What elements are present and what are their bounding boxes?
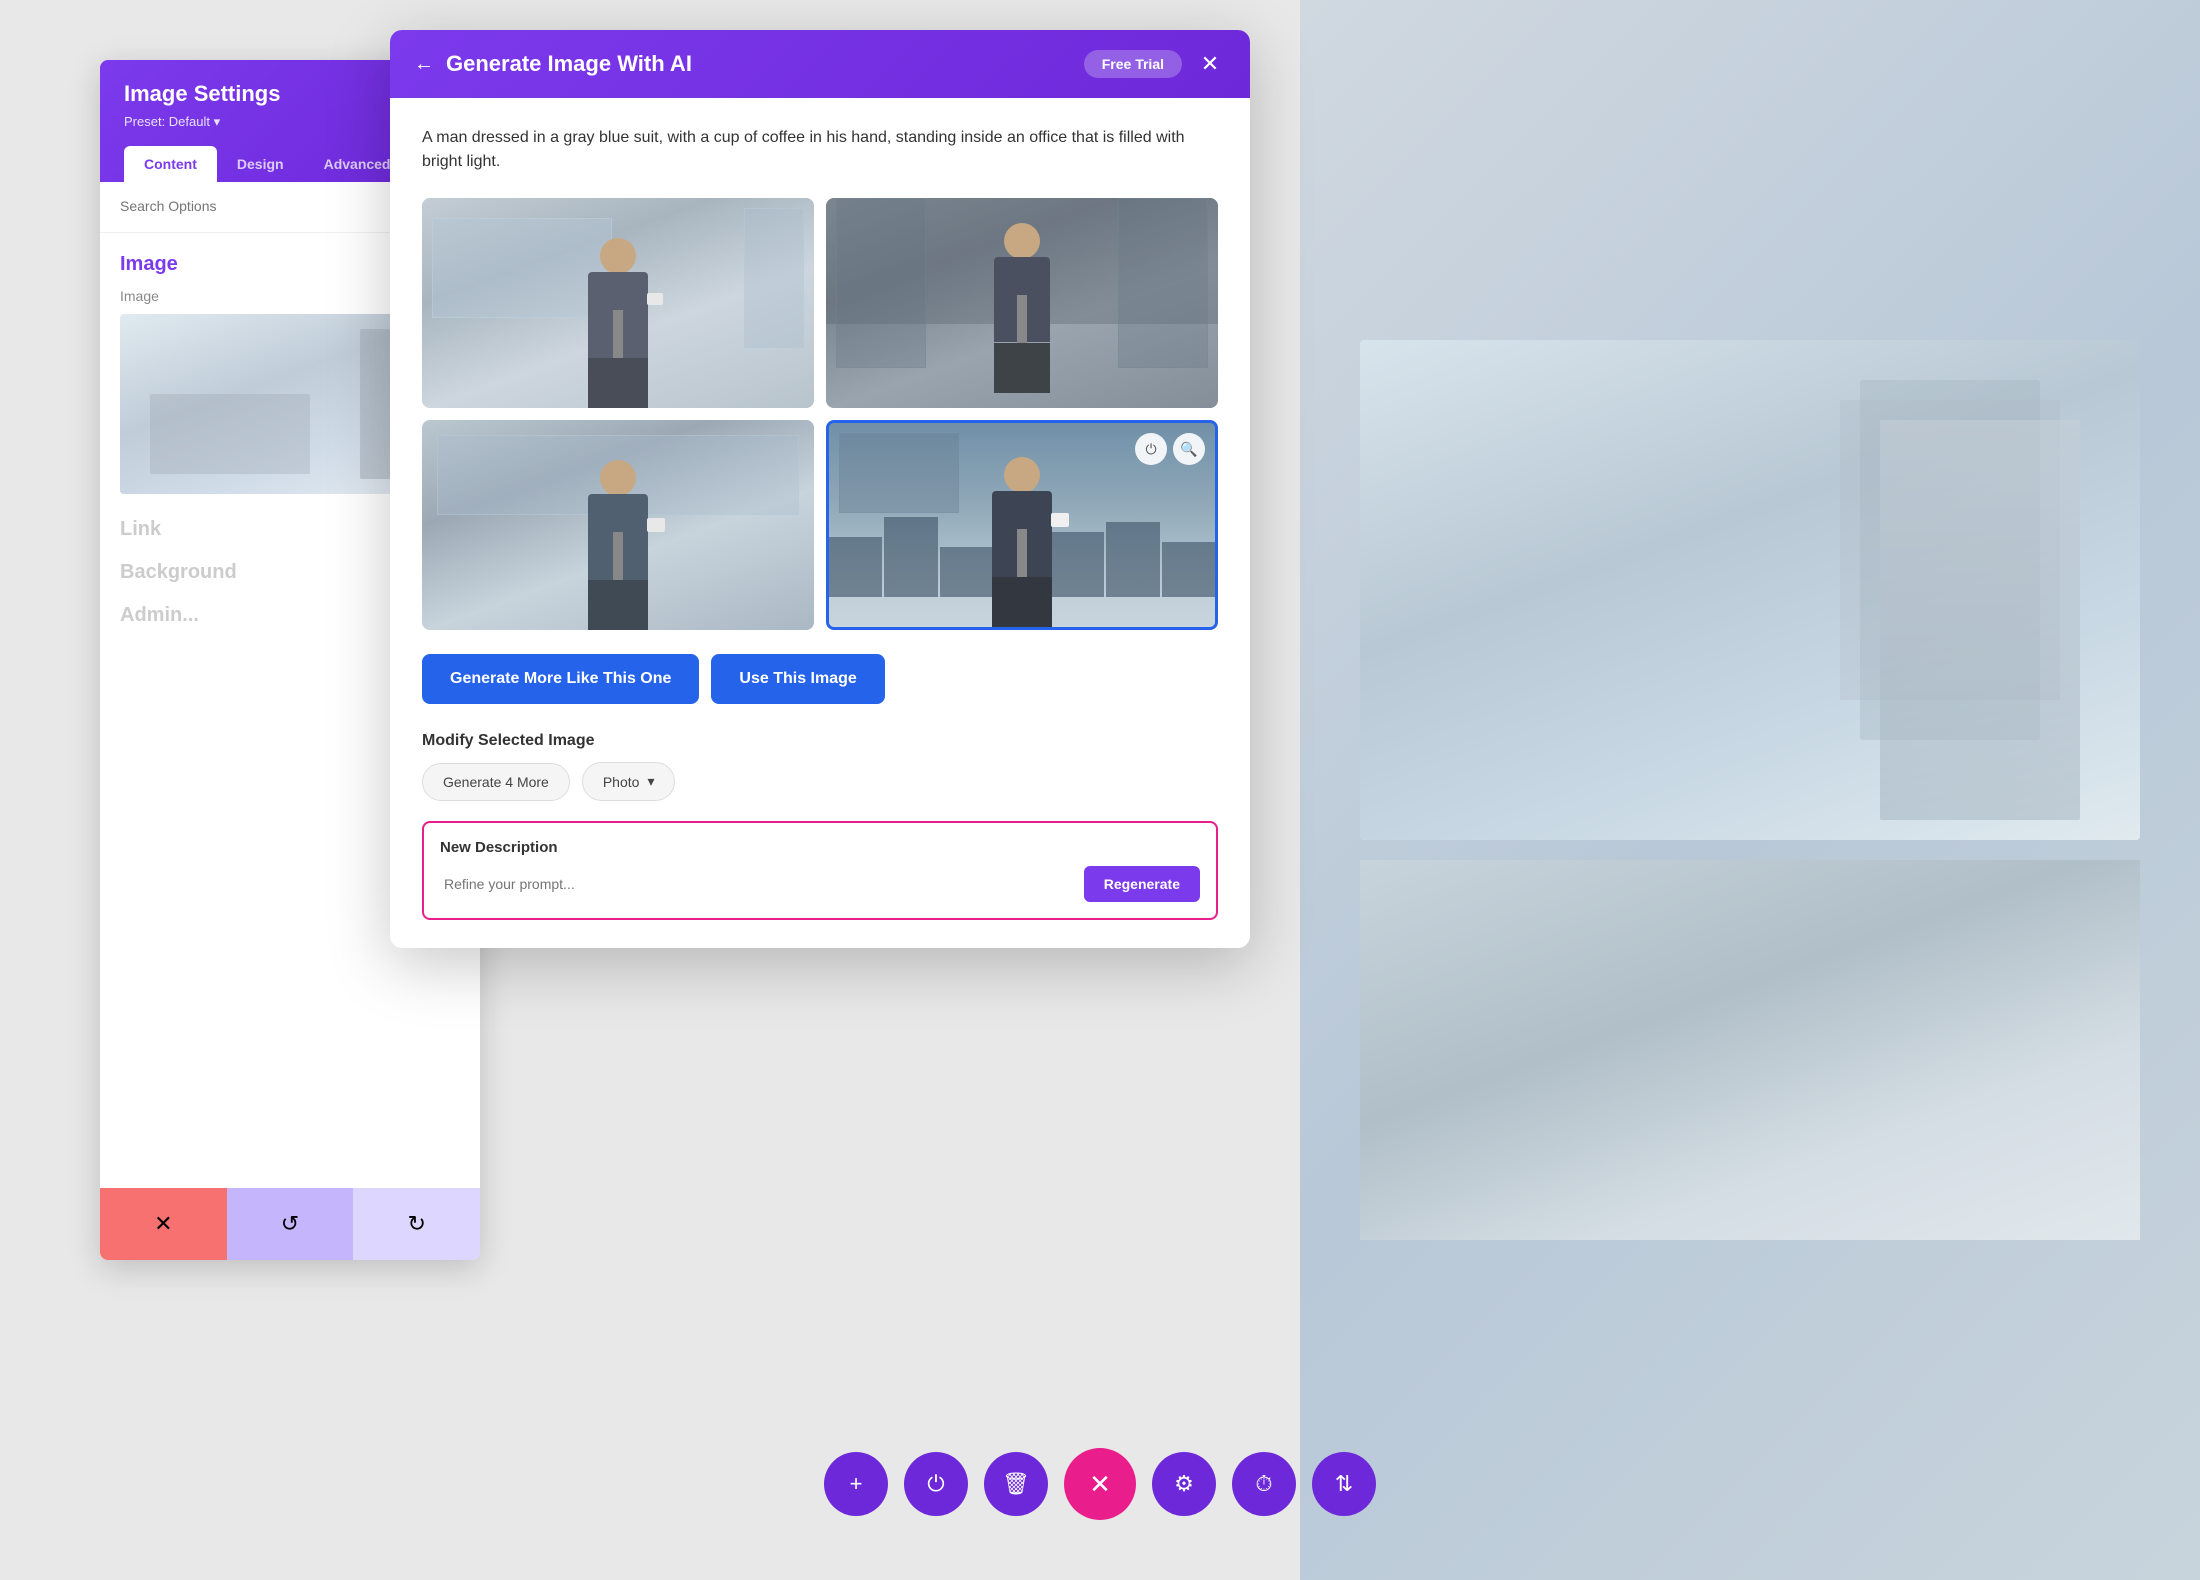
generate-image-modal: ← Generate Image With AI Free Trial ✕ A …: [390, 30, 1250, 948]
image-overlay-icons: ⏻ 🔍: [1135, 433, 1205, 465]
gear-icon: ⚙: [1174, 1471, 1194, 1497]
bg-top-image: [1360, 340, 2140, 840]
modal-header-right: Free Trial ✕: [1084, 48, 1226, 80]
settings-toolbar-button[interactable]: ⚙: [1152, 1452, 1216, 1516]
modal-body: A man dressed in a gray blue suit, with …: [390, 98, 1250, 948]
modal-title-group: ← Generate Image With AI: [414, 51, 692, 77]
add-icon: +: [850, 1471, 863, 1497]
bottom-toolbar: + ⏻ 🗑 ✕ ⚙ ⏱ ⇅: [824, 1448, 1376, 1520]
generate-4-more-button[interactable]: Generate 4 More: [422, 763, 570, 801]
modal-header: ← Generate Image With AI Free Trial ✕: [390, 30, 1250, 98]
prompt-text: A man dressed in a gray blue suit, with …: [422, 126, 1218, 174]
sort-icon: ⇅: [1335, 1471, 1353, 1497]
tab-content[interactable]: Content: [124, 146, 217, 182]
modal-title: Generate Image With AI: [446, 51, 692, 77]
modify-title: Modify Selected Image: [422, 732, 1218, 750]
zoom-overlay-icon[interactable]: 🔍: [1173, 433, 1205, 465]
undo-button[interactable]: ↺: [227, 1188, 354, 1260]
photo-option-label: Photo: [603, 774, 640, 790]
modal-back-icon[interactable]: ←: [414, 53, 434, 76]
chevron-down-icon: ▾: [647, 773, 654, 790]
generate-more-button[interactable]: Generate More Like This One: [422, 654, 699, 704]
use-image-button[interactable]: Use This Image: [711, 654, 884, 704]
tab-design[interactable]: Design: [217, 146, 304, 182]
photo-type-select[interactable]: Photo ▾: [582, 762, 676, 801]
regenerate-button[interactable]: Regenerate: [1084, 866, 1200, 902]
close-icon: ✕: [1089, 1469, 1111, 1500]
undo-icon: ↺: [281, 1211, 299, 1237]
background-image-panel: [1300, 0, 2200, 1580]
image-cell-2[interactable]: [826, 198, 1218, 408]
bg-bottom-image: [1360, 860, 2140, 1240]
image-cell-3[interactable]: [422, 420, 814, 630]
image-cell-4[interactable]: ⏻ 🔍: [826, 420, 1218, 630]
redo-button[interactable]: ↻: [353, 1188, 480, 1260]
delete-toolbar-button[interactable]: 🗑: [984, 1452, 1048, 1516]
cancel-icon: ✕: [154, 1211, 172, 1237]
new-description-title: New Description: [440, 839, 1200, 856]
panel-actions: ✕ ↺ ↻: [100, 1188, 480, 1260]
panel-title: Image Settings: [124, 81, 280, 107]
new-description-input-row: Regenerate: [440, 866, 1200, 902]
image-grid: ⏻ 🔍: [422, 198, 1218, 630]
sort-toolbar-button[interactable]: ⇅: [1312, 1452, 1376, 1516]
close-toolbar-button[interactable]: ✕: [1064, 1448, 1136, 1520]
add-toolbar-button[interactable]: +: [824, 1452, 888, 1516]
trash-icon: 🗑: [1002, 1471, 1030, 1497]
cancel-button[interactable]: ✕: [100, 1188, 227, 1260]
image-cell-1[interactable]: [422, 198, 814, 408]
action-buttons: Generate More Like This One Use This Ima…: [422, 654, 1218, 704]
power-toolbar-button[interactable]: ⏻: [904, 1452, 968, 1516]
refine-prompt-input[interactable]: [440, 868, 1074, 900]
power-overlay-icon[interactable]: ⏻: [1135, 433, 1167, 465]
history-toolbar-button[interactable]: ⏱: [1232, 1452, 1296, 1516]
modify-controls: Generate 4 More Photo ▾: [422, 762, 1218, 801]
free-trial-badge[interactable]: Free Trial: [1084, 50, 1182, 78]
history-icon: ⏱: [1255, 1471, 1272, 1497]
redo-icon: ↻: [407, 1211, 425, 1237]
modal-close-button[interactable]: ✕: [1194, 48, 1226, 80]
modify-section: Modify Selected Image Generate 4 More Ph…: [422, 732, 1218, 801]
new-description-box: New Description Regenerate: [422, 821, 1218, 920]
power-icon: ⏻: [927, 1471, 944, 1497]
